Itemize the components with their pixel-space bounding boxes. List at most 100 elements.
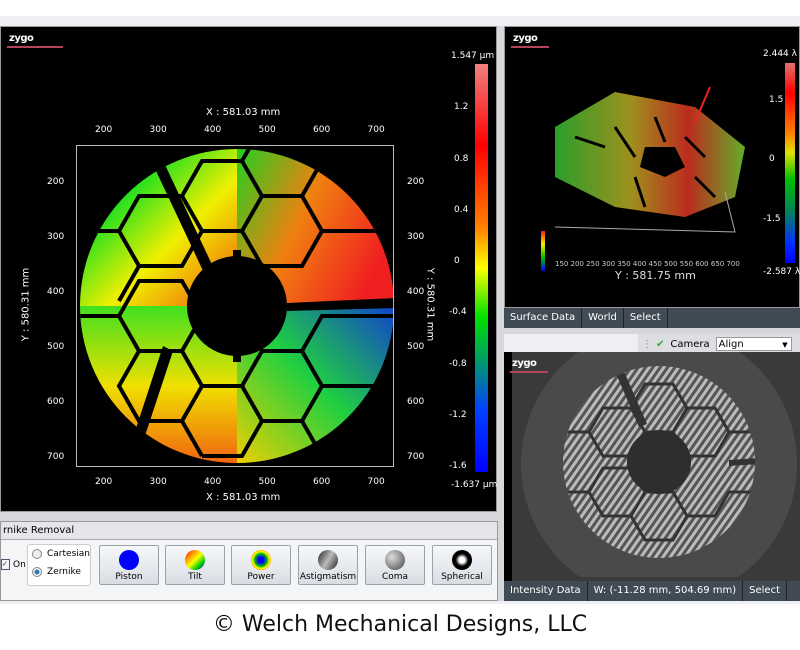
y-axis-label-right: Y : 580.31 mm — [424, 267, 436, 342]
tilt-button[interactable]: Tilt — [165, 545, 225, 585]
camera-mode-value: Align — [718, 339, 744, 350]
3d-colorbar-max: 2.444 λ — [763, 49, 797, 59]
y-tick-label-right: 600 — [407, 397, 425, 407]
x-tick-label-bot: 600 — [313, 477, 331, 487]
camera-status-data-type[interactable]: Intensity Data — [504, 581, 588, 601]
colorbar-tick-label: 0.4 — [454, 204, 469, 215]
colorbar-max-label: 1.547 µm — [451, 51, 495, 61]
camera-mode-select[interactable]: Align ▼ — [715, 337, 792, 351]
x-tick-label-top: 200 — [95, 125, 113, 135]
3d-status-data-type[interactable]: Surface Data — [504, 308, 583, 328]
camera-status-tool[interactable]: Select — [743, 581, 788, 601]
x-axis-label-top: X : 581.03 mm — [206, 107, 281, 118]
y-tick-label-left: 500 — [47, 342, 65, 352]
camera-status-coords: W: (-11.28 mm, 504.69 mm) — [588, 581, 744, 601]
3d-surface-panel[interactable]: zygo 150 200 250 300 350 400 450 500 550… — [504, 26, 800, 308]
camera-statusbar: Intensity Data W: (-11.28 mm, 504.69 mm)… — [504, 581, 800, 601]
surface-map-panel[interactable]: zygo X : 581.03 mm X : 581.03 mm Y : 580… — [0, 26, 497, 512]
radio-dot[interactable] — [32, 549, 42, 559]
chevron-down-icon: ▼ — [782, 341, 788, 349]
astigmatism-button[interactable]: Astigmatism — [298, 545, 358, 585]
coma-icon — [385, 550, 405, 570]
zernike-removal-panel: rnike Removal ✓ On Cartesian Zernike Pis… — [0, 521, 498, 601]
colorbar-tick-label: -0.8 — [449, 358, 467, 369]
colorbar-tick-label: -0.4 — [449, 307, 467, 318]
x-tick-label-bot: 500 — [258, 477, 276, 487]
y-tick-label-left: 600 — [47, 397, 65, 407]
radio-cartesian-label: Cartesian — [47, 549, 90, 559]
spherical-label: Spherical — [441, 572, 483, 582]
logo-underline — [7, 46, 63, 48]
piston-icon — [119, 550, 139, 570]
x-tick-label-top: 300 — [149, 125, 167, 135]
y-tick-label-right: 700 — [407, 452, 425, 462]
camera-label: Camera — [670, 338, 710, 350]
tilt-icon — [185, 550, 205, 570]
tilt-label: Tilt — [188, 572, 202, 582]
y-tick-label-right: 200 — [407, 177, 425, 187]
vertical-splitter[interactable] — [497, 26, 504, 601]
coordinate-system-radio-group: Cartesian Zernike — [27, 544, 91, 586]
checkbox-check-icon[interactable]: ✓ — [1, 559, 10, 570]
y-tick-label-right: 500 — [407, 342, 425, 352]
3d-status-coord-mode[interactable]: World — [582, 308, 624, 328]
interferogram-image[interactable] — [519, 352, 799, 577]
3d-z-legend — [541, 231, 545, 271]
y-tick-label-left: 400 — [47, 287, 65, 297]
radio-zernike-label: Zernike — [47, 567, 81, 577]
zygo-logo-3d: zygo — [513, 33, 538, 44]
y-tick-label-left: 300 — [47, 232, 65, 242]
logo-underline-3d — [511, 46, 549, 48]
x-tick-label-top: 400 — [204, 125, 222, 135]
plot-frame — [76, 145, 394, 467]
camera-toolbar: ⋮ ✔ Camera Align ▼ — [638, 334, 800, 354]
x-tick-label-bot: 300 — [149, 477, 167, 487]
spherical-button[interactable]: Spherical — [432, 545, 492, 585]
y-tick-label-left: 700 — [47, 452, 65, 462]
y-tick-label-right: 300 — [407, 232, 425, 242]
x-tick-label-top: 500 — [258, 125, 276, 135]
colorbar-tick-label: -1.2 — [449, 410, 467, 420]
radio-cartesian[interactable]: Cartesian — [28, 545, 90, 563]
colorbar-tick-label: 0.8 — [454, 153, 469, 164]
checkmark-icon[interactable]: ✔ — [656, 339, 664, 350]
colorbar-min-label: -1.637 µm — [451, 480, 498, 490]
3d-x-ticks: 150 200 250 300 350 400 450 500 550 600 … — [555, 260, 740, 268]
piston-button[interactable]: Piston — [99, 545, 159, 585]
on-checkbox[interactable]: ✓ On — [1, 559, 26, 570]
piston-label: Piston — [115, 572, 143, 582]
3d-colorbar-tick-label: 1.5 — [769, 94, 784, 105]
3d-colorbar-tick-label: -1.5 — [763, 213, 781, 224]
power-button[interactable]: Power — [231, 545, 291, 585]
colorbar-tick-label: 0 — [454, 256, 460, 267]
power-icon — [251, 550, 271, 570]
x-tick-label-top: 600 — [313, 125, 331, 135]
astigmatism-icon — [318, 550, 338, 570]
y-axis-label-left: Y : 580.31 mm — [20, 267, 32, 342]
radio-zernike[interactable]: Zernike — [28, 563, 90, 581]
zygo-logo: zygo — [9, 33, 34, 44]
toolbar-grip-icon[interactable]: ⋮ — [642, 339, 652, 350]
x-tick-label-bot: 400 — [204, 477, 222, 487]
y-tick-label-left: 200 — [47, 177, 65, 187]
y-tick-label-right: 400 — [407, 287, 425, 297]
on-checkbox-label: On — [13, 559, 26, 570]
coma-button[interactable]: Coma — [365, 545, 425, 585]
x-tick-label-bot: 200 — [95, 477, 113, 487]
colorbar[interactable] — [475, 64, 488, 472]
3d-x-axis-label: Y : 581.75 mm — [615, 269, 696, 282]
3d-surface-image[interactable] — [535, 87, 755, 257]
camera-view-panel[interactable]: zygo — [504, 352, 800, 581]
x-axis-label-bottom: X : 581.03 mm — [206, 492, 281, 503]
colorbar-tick-label: -1.6 — [449, 461, 467, 472]
radio-dot-selected[interactable] — [32, 567, 42, 577]
horizontal-splitter-left[interactable] — [0, 512, 497, 521]
3d-colorbar-min: -2.587 λ — [763, 267, 800, 277]
zernike-panel-title: rnike Removal — [1, 522, 497, 540]
coma-label: Coma — [381, 572, 409, 582]
3d-status-tool[interactable]: Select — [624, 308, 668, 328]
3d-colorbar[interactable] — [785, 63, 795, 263]
x-tick-label-bot: 700 — [367, 477, 385, 487]
surface-map-image[interactable] — [77, 146, 394, 466]
spherical-icon — [452, 550, 472, 570]
